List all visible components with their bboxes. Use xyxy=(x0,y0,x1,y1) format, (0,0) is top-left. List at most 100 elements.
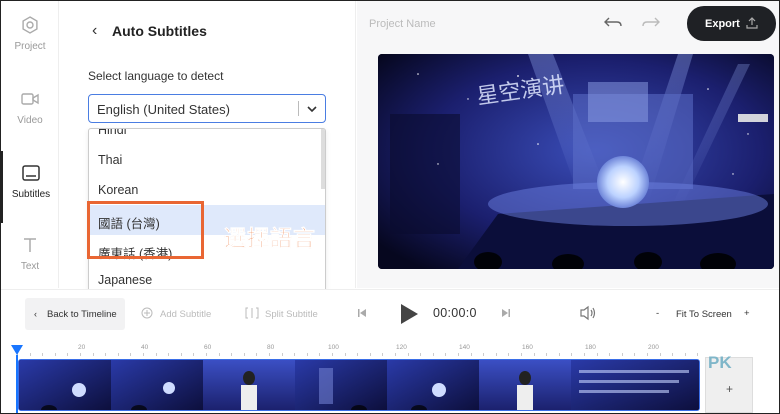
ruler-minor-tick xyxy=(521,353,522,356)
rail-label: Project xyxy=(14,41,46,52)
ruler-minor-tick xyxy=(345,353,346,356)
text-t-icon xyxy=(24,238,36,252)
back-to-timeline-button[interactable]: ‹ Back to Timeline xyxy=(25,298,125,330)
video-track-clip[interactable] xyxy=(18,359,700,411)
ruler-minor-tick xyxy=(67,353,68,356)
ruler-minor-tick xyxy=(445,353,446,356)
ruler-tick-label: 40 xyxy=(141,344,149,351)
ruler-minor-tick xyxy=(685,353,686,356)
ruler-minor-tick xyxy=(130,353,131,356)
rail-item-project[interactable]: Project xyxy=(1,15,59,75)
ruler-minor-tick xyxy=(105,353,106,356)
ruler-tick-label: 80 xyxy=(267,344,275,351)
ruler-minor-tick xyxy=(559,353,560,356)
ruler-tick-label: 200 xyxy=(648,344,659,351)
fit-to-screen-button[interactable]: Fit To Screen xyxy=(676,309,732,320)
rail-item-subtitles[interactable]: Subtitles xyxy=(1,151,59,223)
zoom-in-button[interactable]: + xyxy=(744,308,750,319)
ruler-minor-tick xyxy=(206,353,207,356)
timeline-ruler[interactable]: 20 40 60 80 100 120 140 160 180 200 xyxy=(1,335,779,357)
upload-icon xyxy=(746,17,758,29)
zoom-out-button[interactable]: - xyxy=(656,308,659,319)
ruler-minor-tick xyxy=(496,353,497,356)
ruler-minor-tick xyxy=(282,353,283,356)
ruler-minor-tick xyxy=(609,353,610,356)
volume-icon[interactable] xyxy=(579,305,597,321)
skip-back-icon[interactable] xyxy=(357,308,367,318)
ruler-tick-label: 140 xyxy=(459,344,470,351)
ruler-minor-tick xyxy=(370,353,371,356)
video-preview[interactable]: 星空演讲 xyxy=(378,54,774,269)
language-option[interactable]: Thai xyxy=(89,145,325,175)
watermark-text: PK xyxy=(708,353,732,372)
language-label: Select language to detect xyxy=(88,69,224,83)
ruler-minor-tick xyxy=(433,353,434,356)
skip-forward-icon[interactable] xyxy=(501,308,511,318)
ruler-minor-tick xyxy=(584,353,585,356)
ruler-minor-tick xyxy=(181,353,182,356)
back-to-timeline-label: Back to Timeline xyxy=(47,309,117,320)
back-chevron-icon[interactable]: ‹ xyxy=(92,22,97,40)
ruler-minor-tick xyxy=(42,353,43,356)
ruler-minor-tick xyxy=(256,353,257,356)
add-subtitle-button[interactable]: Add Subtitle xyxy=(160,309,211,320)
undo-icon[interactable] xyxy=(603,15,623,31)
ruler-tick-label: 160 xyxy=(522,344,533,351)
ruler-minor-tick xyxy=(193,353,194,356)
ruler-tick-label: 20 xyxy=(78,344,86,351)
ruler-minor-tick xyxy=(143,353,144,356)
ruler-minor-tick xyxy=(319,353,320,356)
track-thumbnails xyxy=(19,360,699,410)
add-circle-icon xyxy=(141,307,153,319)
selected-language: English (United States) xyxy=(97,102,230,117)
ruler-minor-tick xyxy=(622,353,623,356)
chevron-left-icon: ‹ xyxy=(34,309,37,319)
ruler-minor-tick xyxy=(597,353,598,356)
ruler-minor-tick xyxy=(219,353,220,356)
add-track-label: + xyxy=(726,382,734,396)
language-option[interactable]: Hindi xyxy=(89,129,325,145)
chevron-down-icon[interactable] xyxy=(306,103,318,115)
ruler-minor-tick xyxy=(483,353,484,356)
ruler-minor-tick xyxy=(420,353,421,356)
ruler-minor-tick xyxy=(458,353,459,356)
split-subtitle-button[interactable]: Split Subtitle xyxy=(265,309,318,320)
language-select[interactable]: English (United States) xyxy=(88,94,326,123)
ruler-minor-tick xyxy=(634,353,635,356)
highlight-box xyxy=(87,201,204,259)
subtitles-icon xyxy=(22,165,40,181)
ruler-minor-tick xyxy=(672,353,673,356)
ruler-minor-tick xyxy=(307,353,308,356)
callout-text: 選擇語言 xyxy=(224,227,317,253)
ruler-minor-tick xyxy=(80,353,81,356)
ruler-minor-tick xyxy=(660,353,661,356)
rail-label: Text xyxy=(20,261,40,272)
redo-icon[interactable] xyxy=(641,15,661,31)
preview-stage: Project Name Export 星空演讲 xyxy=(357,1,779,288)
video-camera-icon xyxy=(21,93,39,105)
rail-item-video[interactable]: Video xyxy=(1,89,59,149)
project-name-input[interactable]: Project Name xyxy=(369,18,436,30)
rail-item-text[interactable]: Text xyxy=(1,235,59,295)
rail-label: Subtitles xyxy=(11,189,51,200)
export-label: Export xyxy=(705,18,740,30)
ruler-minor-tick xyxy=(408,353,409,356)
ruler-minor-tick xyxy=(231,353,232,356)
select-divider xyxy=(298,101,299,116)
ruler-tick-label: 180 xyxy=(585,344,596,351)
export-button[interactable]: Export xyxy=(687,6,776,41)
ruler-minor-tick xyxy=(156,353,157,356)
ruler-minor-tick xyxy=(647,353,648,356)
ruler-minor-tick xyxy=(93,353,94,356)
ruler-tick-label: 100 xyxy=(328,344,339,351)
play-icon[interactable] xyxy=(399,303,419,325)
ruler-minor-tick xyxy=(395,353,396,356)
playhead-handle[interactable] xyxy=(11,345,23,355)
ruler-minor-tick xyxy=(534,353,535,356)
ruler-tick-label: 60 xyxy=(204,344,212,351)
ruler-minor-tick xyxy=(332,353,333,356)
ruler-minor-tick xyxy=(571,353,572,356)
ruler-minor-tick xyxy=(294,353,295,356)
ruler-minor-tick xyxy=(471,353,472,356)
time-display: 00:00:0 xyxy=(433,306,477,320)
